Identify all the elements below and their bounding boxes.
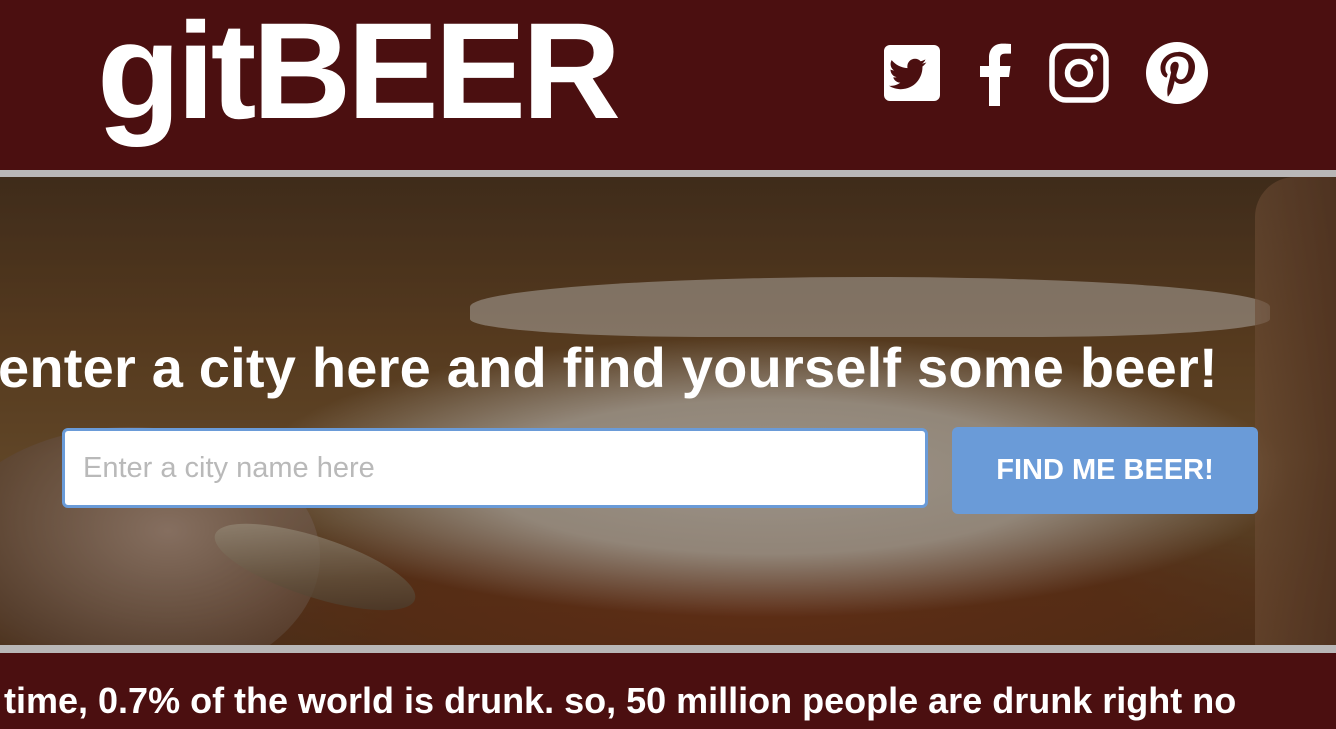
fact-ticker: n time, 0.7% of the world is drunk. so, … bbox=[0, 653, 1336, 729]
hero-divider bbox=[0, 645, 1336, 653]
city-search-input[interactable] bbox=[62, 428, 928, 508]
instagram-icon[interactable] bbox=[1049, 43, 1109, 113]
hero-overlay bbox=[0, 177, 1336, 645]
hero-headline: enter a city here and find yourself some… bbox=[0, 336, 1218, 399]
header-divider bbox=[0, 170, 1336, 177]
hero-section: enter a city here and find yourself some… bbox=[0, 177, 1336, 645]
facebook-icon[interactable] bbox=[976, 42, 1014, 112]
fact-ticker-text: n time, 0.7% of the world is drunk. so, … bbox=[0, 680, 1237, 721]
find-beer-button[interactable]: FIND ME BEER! bbox=[952, 427, 1258, 514]
site-header: gitBEER bbox=[0, 0, 1336, 170]
pinterest-icon[interactable] bbox=[1144, 40, 1210, 110]
twitter-icon[interactable] bbox=[883, 44, 941, 114]
site-logo[interactable]: gitBEER bbox=[97, 0, 621, 152]
